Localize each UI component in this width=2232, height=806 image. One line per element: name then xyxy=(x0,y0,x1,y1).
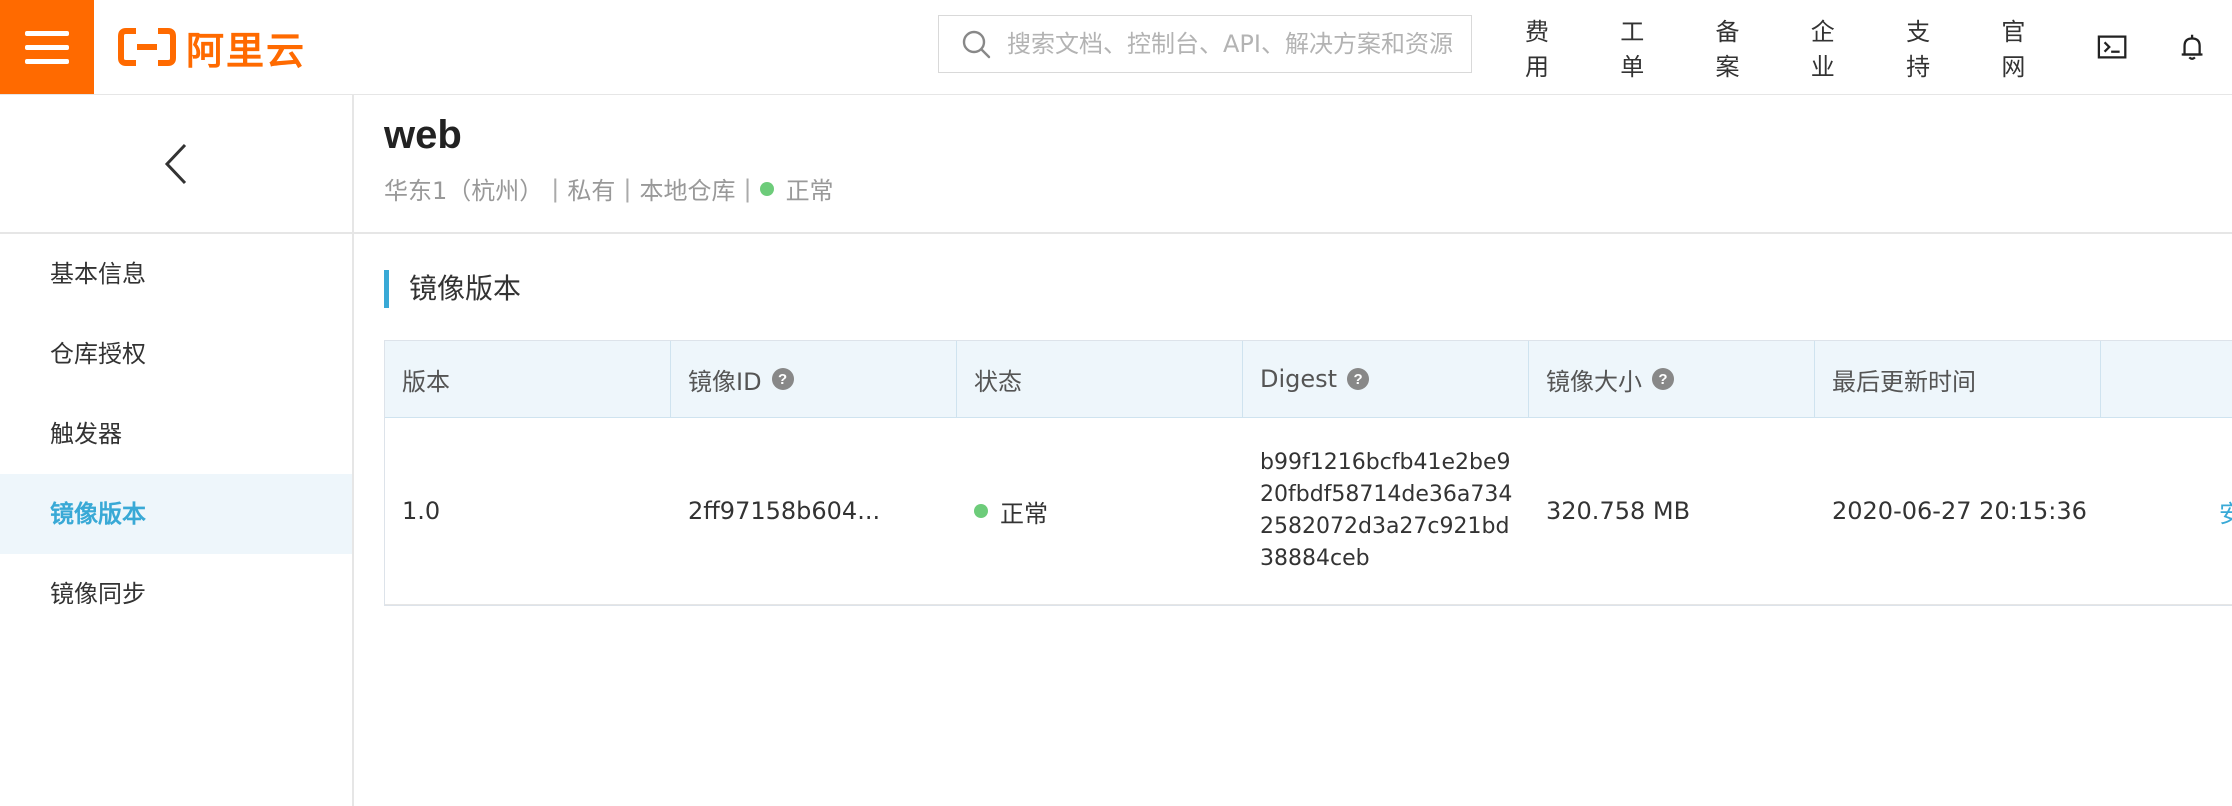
sidebar-item-image-sync[interactable]: 镜像同步 xyxy=(0,554,352,634)
search-icon xyxy=(962,30,991,59)
sidebar-item-image-versions[interactable]: 镜像版本 xyxy=(0,474,352,554)
nav-official-site[interactable]: 官网 xyxy=(2001,12,2046,82)
terminal-icon[interactable] xyxy=(2097,31,2127,63)
help-icon[interactable]: ? xyxy=(771,368,794,390)
page-title: web xyxy=(384,113,462,157)
nav-tickets[interactable]: 工单 xyxy=(1620,12,1665,82)
cell-updated-time: 2020-06-27 20:15:36 xyxy=(1832,497,2087,525)
meta-divider: | xyxy=(623,174,632,203)
column-label: 最后更新时间 xyxy=(1832,367,1976,396)
top-nav: 费用 工单 备案 企业 支持 官网 xyxy=(1500,0,2232,94)
nav-billing[interactable]: 费用 xyxy=(1525,12,1570,82)
repository-meta: 华东1（杭州） | 私有 | 本地仓库 | 正常 xyxy=(384,171,834,206)
brand-name: 阿里云 xyxy=(186,28,307,73)
cell-image-size: 320.758 MB xyxy=(1546,497,1691,525)
digest-value: b99f1216bcfb41e2be9 20fbdf58714de36a734 … xyxy=(1260,447,1520,575)
digest-line: b99f1216bcfb41e2be9 xyxy=(1260,450,1511,475)
sidebar-item-repo-authorization[interactable]: 仓库授权 xyxy=(0,314,352,394)
status-dot-icon xyxy=(759,181,774,196)
repo-source: 本地仓库 xyxy=(639,177,736,205)
digest-line: 20fbdf58714de36a734 xyxy=(1260,482,1513,507)
nav-support[interactable]: 支持 xyxy=(1906,12,1951,82)
cell-image-id: 2ff97158b604... xyxy=(688,497,881,525)
nav-enterprise[interactable]: 企业 xyxy=(1811,12,1856,82)
search-input[interactable] xyxy=(1005,29,1469,59)
column-header-updated: 最后更新时间 xyxy=(1815,341,2101,417)
column-label: 状态 xyxy=(974,367,1022,396)
section-title: 镜像版本 xyxy=(384,270,521,308)
nav-icp-filing[interactable]: 备案 xyxy=(1716,12,1761,82)
help-icon[interactable]: ? xyxy=(1652,368,1674,390)
bell-icon[interactable] xyxy=(2177,31,2207,63)
help-icon[interactable]: ? xyxy=(1347,368,1370,390)
repository-header: web 华东1（杭州） | 私有 | 本地仓库 | 正常 xyxy=(354,95,2232,234)
column-header-version: 版本 xyxy=(385,341,671,417)
column-header-digest: Digest? xyxy=(1243,341,1529,417)
menu-icon-line xyxy=(25,44,69,50)
column-label: Digest xyxy=(1260,365,1338,393)
row-action-link[interactable]: 安 xyxy=(2219,494,2232,529)
sidebar-item-triggers[interactable]: 触发器 xyxy=(0,394,352,474)
meta-divider: | xyxy=(551,174,560,203)
aliyun-logo-icon xyxy=(118,28,176,66)
cell-version: 1.0 xyxy=(402,497,441,525)
meta-divider: | xyxy=(743,174,752,203)
column-header-actions xyxy=(2101,341,2232,417)
column-label: 版本 xyxy=(402,367,450,396)
chevron-left-icon xyxy=(164,143,187,184)
search-box[interactable] xyxy=(938,15,1472,73)
back-button[interactable] xyxy=(0,95,352,234)
digest-line: 2582072d3a27c921bd xyxy=(1260,514,1510,539)
image-versions-table: 版本 镜像ID? 状态 Digest? 镜像大小? 最后更新时间 1.0 2ff… xyxy=(384,340,2232,606)
cell-digest: b99f1216bcfb41e2be9 20fbdf58714de36a734 … xyxy=(1243,418,1529,604)
cell-actions: 安 xyxy=(2101,418,2232,604)
menu-icon-line xyxy=(25,58,69,64)
repo-visibility: 私有 xyxy=(567,177,616,205)
column-label: 镜像ID xyxy=(688,367,762,396)
repo-status: 正常 xyxy=(785,177,834,205)
sidebar-menu: 基本信息 仓库授权 触发器 镜像版本 镜像同步 xyxy=(0,234,352,634)
status-dot-icon xyxy=(974,504,988,518)
digest-line: 38884ceb xyxy=(1260,546,1370,571)
aliyun-logo[interactable]: 阿里云 xyxy=(118,22,307,73)
cell-status: 正常 xyxy=(957,418,1243,604)
hamburger-menu-button[interactable] xyxy=(0,0,94,94)
repo-region: 华东1（杭州） xyxy=(384,177,544,205)
top-navigation-bar: 阿里云 费用 工单 备案 企业 支持 官网 xyxy=(0,0,2232,95)
sidebar-item-basic-info[interactable]: 基本信息 xyxy=(0,234,352,314)
sidebar: 基本信息 仓库授权 触发器 镜像版本 镜像同步 xyxy=(0,95,354,806)
table-row: 1.0 2ff97158b604... 正常 b99f1216bcfb41e2b… xyxy=(385,418,2232,605)
column-label: 镜像大小 xyxy=(1546,367,1642,396)
status-label: 正常 xyxy=(1000,499,1048,528)
table-header: 版本 镜像ID? 状态 Digest? 镜像大小? 最后更新时间 xyxy=(385,341,2232,418)
column-header-status: 状态 xyxy=(957,341,1243,417)
menu-icon-line xyxy=(25,30,69,36)
column-header-image-id: 镜像ID? xyxy=(671,341,957,417)
column-header-image-size: 镜像大小? xyxy=(1529,341,1815,417)
